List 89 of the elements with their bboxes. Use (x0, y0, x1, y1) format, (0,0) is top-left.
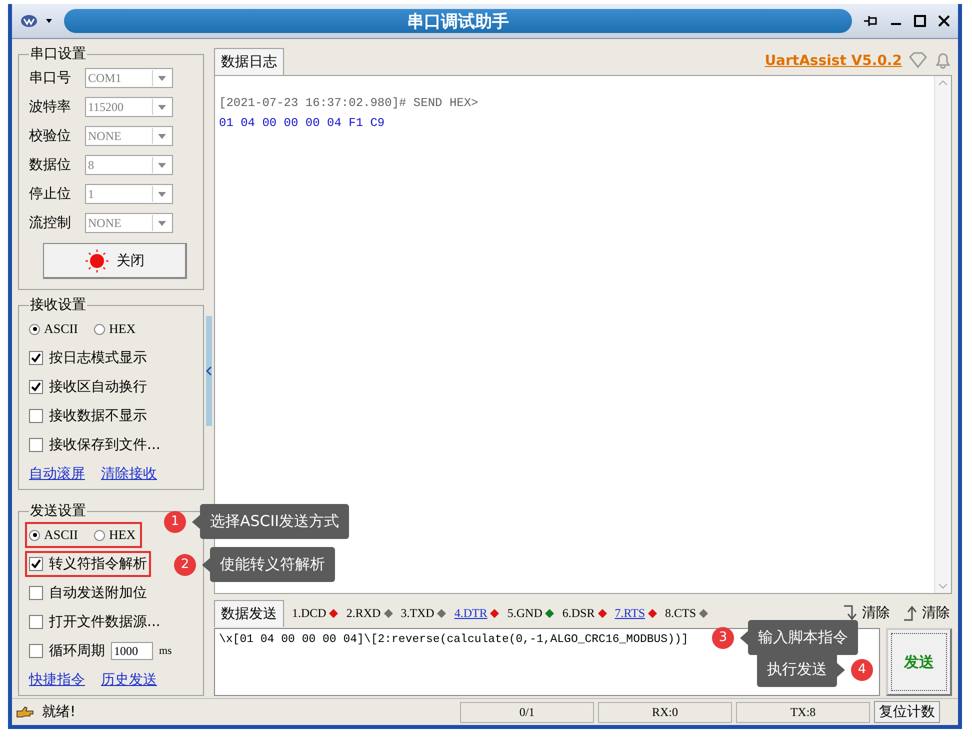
checkbox[interactable] (29, 615, 43, 629)
radio-button[interactable] (94, 530, 105, 540)
diamond-icon[interactable] (908, 51, 928, 69)
dropdown[interactable]: NONE (85, 126, 173, 146)
checkbox[interactable] (29, 351, 43, 365)
dropdown-arrow-icon (158, 162, 166, 168)
field-label: 校验位 (29, 127, 72, 145)
dropdown[interactable]: NONE (85, 213, 173, 233)
checkbox[interactable] (29, 557, 43, 571)
field-label: 串口号 (29, 69, 72, 87)
tooltip-pointer (192, 514, 200, 528)
radio-label: HEX (108, 527, 136, 543)
log-line: 01 04 00 00 00 04 F1 C9 (219, 116, 386, 130)
signal-label: 8.CTS (665, 606, 708, 620)
tab[interactable]: 数据发送 (214, 600, 284, 626)
window-title: 串口调试助手 (407, 10, 509, 32)
link[interactable]: 快捷指令 (29, 671, 85, 689)
up-arrow-icon (902, 604, 918, 622)
signal-link[interactable]: 4.DTR (454, 606, 500, 620)
link[interactable]: 自动滚屏 (29, 465, 85, 483)
dropdown-arrow-icon (158, 76, 166, 80)
checkbox[interactable] (29, 438, 43, 452)
send-button[interactable]: 发送 (886, 628, 952, 696)
checkbox[interactable] (29, 586, 43, 600)
checkbox-label: 接收数据不显示 (49, 407, 147, 425)
dropdown[interactable]: 1 (85, 184, 173, 204)
checkbox-label: 接收区自动换行 (49, 378, 147, 396)
link[interactable]: 历史发送 (101, 671, 157, 689)
checkbox-label: 循环周期 (49, 642, 105, 660)
checkbox-label: 自动发送附加位 (49, 584, 147, 602)
tooltip: 使能转义符解析 (210, 547, 335, 582)
signal-label: 2.RXD (346, 606, 393, 620)
field-label: 流控制 (29, 214, 72, 232)
status-cell: 0/1 (460, 702, 594, 722)
checkbox[interactable] (29, 644, 43, 658)
checkbox[interactable] (29, 380, 43, 394)
field-label: 波特率 (29, 98, 72, 116)
radio-label: ASCII (44, 527, 78, 543)
field-label: 停止位 (29, 185, 72, 203)
dropdown[interactable]: COM1 (85, 68, 173, 88)
splitter-handle[interactable] (206, 316, 212, 426)
signal-label: 3.TXD (400, 606, 446, 620)
signal-label: 5.GND (507, 606, 554, 620)
clear-button[interactable]: 清除 (900, 604, 952, 622)
radio-label: HEX (108, 321, 136, 337)
radio-label: ASCII (44, 321, 78, 337)
checkbox-label: 按日志模式显示 (49, 349, 147, 367)
group-title: 接收设置 (29, 296, 87, 314)
tooltip-pointer (837, 662, 845, 676)
dropdown[interactable]: 8 (85, 155, 173, 175)
signal-label: 1.DCD (292, 606, 338, 620)
signal-label: 6.DSR (562, 606, 607, 620)
checkbox-label: 打开文件数据源... (49, 613, 160, 631)
link[interactable]: 清除接收 (101, 465, 157, 483)
status-cell: TX:8 (736, 702, 870, 722)
tooltip-pointer (202, 558, 210, 572)
radio-button[interactable] (29, 324, 40, 334)
tab[interactable]: 数据日志 (214, 48, 284, 75)
status-message: 就绪! (42, 703, 76, 721)
field-label: 数据位 (29, 156, 72, 174)
tooltip: 输入脚本指令 (748, 620, 858, 655)
radio-button[interactable] (29, 530, 40, 540)
group-title: 串口设置 (29, 45, 87, 63)
close-icon[interactable] (936, 15, 952, 27)
interval-field[interactable]: 1000 (111, 642, 153, 660)
toggle-button[interactable]: 关闭 (43, 243, 187, 279)
unit-label: ms (159, 645, 172, 657)
dropdown-arrow-icon (158, 134, 166, 138)
dropdown-arrow-icon (158, 192, 166, 196)
maximize-icon[interactable] (912, 15, 928, 27)
checkbox[interactable] (29, 409, 43, 423)
bell-icon[interactable] (934, 51, 952, 69)
tooltip-pointer (740, 630, 748, 644)
reset-button[interactable]: 复位计数 (874, 701, 940, 723)
signal-link[interactable]: 7.RTS (614, 606, 657, 620)
status-cell: RX:0 (598, 702, 732, 722)
down-arrow-icon (842, 604, 858, 622)
group-title: 发送设置 (29, 502, 87, 520)
checkbox-label: 接收保存到文件... (49, 436, 160, 454)
tooltip: 执行发送 (757, 652, 837, 687)
pointing-hand-icon (16, 705, 34, 719)
dropdown[interactable]: 115200 (85, 97, 173, 117)
clear-button[interactable]: 清除 (840, 604, 892, 622)
tooltip: 选择ASCII发送方式 (200, 504, 350, 539)
radio-button[interactable] (94, 324, 105, 334)
dropdown-arrow-icon (158, 104, 166, 110)
dropdown-arrow-icon (158, 220, 166, 226)
checkbox-label: 转义符指令解析 (49, 555, 147, 573)
log-line: [2021-07-23 16:37:02.980]# SEND HEX> (219, 96, 480, 110)
